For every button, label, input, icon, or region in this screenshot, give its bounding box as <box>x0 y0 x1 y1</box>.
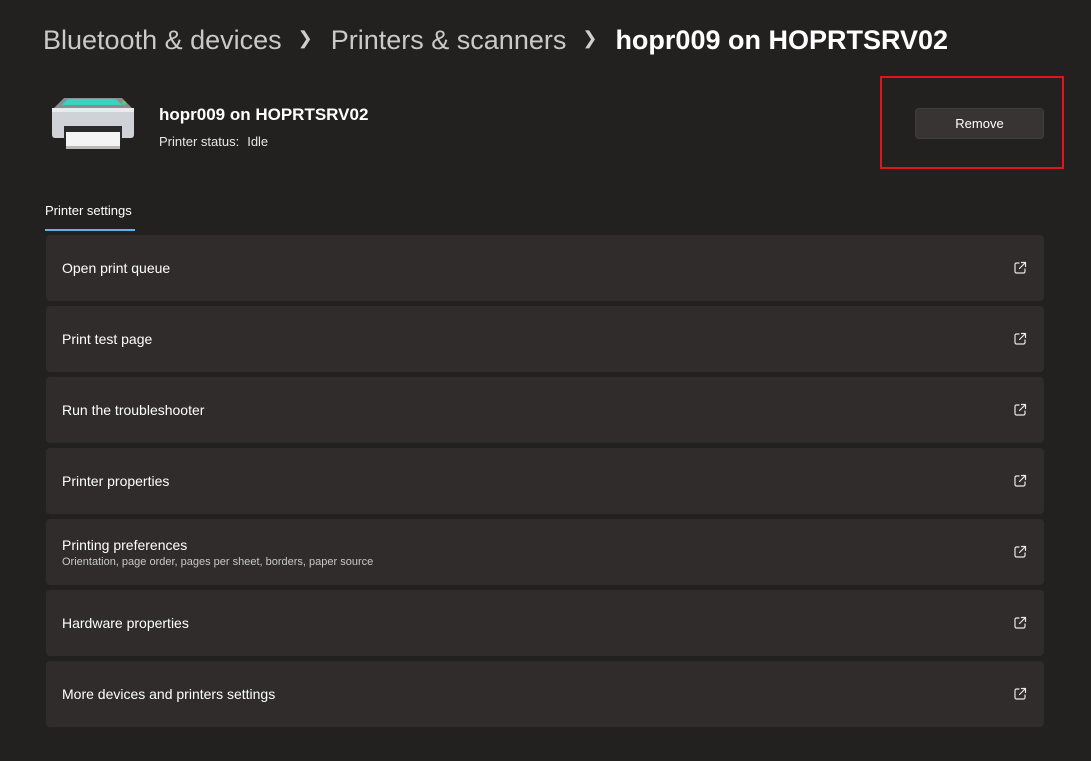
tab-printer-settings[interactable]: Printer settings <box>45 203 132 218</box>
remove-button[interactable]: Remove <box>915 108 1044 139</box>
setting-label: Open print queue <box>62 260 171 276</box>
open-external-icon <box>1014 545 1027 558</box>
printer-icon <box>52 98 134 149</box>
setting-printing-preferences[interactable]: Printing preferences Orientation, page o… <box>46 519 1044 585</box>
settings-list: Open print queue Print test page Run the… <box>46 235 1044 732</box>
open-external-icon <box>1014 474 1027 487</box>
setting-label: Printer properties <box>62 473 170 489</box>
setting-open-print-queue[interactable]: Open print queue <box>46 235 1044 301</box>
breadcrumb: Bluetooth & devices ❯ Printers & scanner… <box>43 20 948 60</box>
open-external-icon <box>1014 616 1027 629</box>
setting-label: Printing preferences <box>62 536 188 553</box>
setting-more-devices-printers[interactable]: More devices and printers settings <box>46 661 1044 727</box>
printer-name: hopr009 on HOPRTSRV02 <box>159 105 369 124</box>
breadcrumb-bluetooth-devices[interactable]: Bluetooth & devices <box>43 25 282 56</box>
open-external-icon <box>1014 261 1027 274</box>
page-title: hopr009 on HOPRTSRV02 <box>615 24 949 55</box>
breadcrumb-printers-scanners[interactable]: Printers & scanners <box>331 25 567 56</box>
setting-label: Hardware properties <box>62 615 189 631</box>
setting-description: Orientation, page order, pages per sheet… <box>62 555 374 568</box>
printer-status-label: Printer status: <box>159 134 240 149</box>
setting-print-test-page[interactable]: Print test page <box>46 306 1044 372</box>
chevron-right-icon: ❯ <box>297 27 313 48</box>
setting-printer-properties[interactable]: Printer properties <box>46 448 1044 514</box>
setting-label: More devices and printers settings <box>62 686 276 702</box>
setting-hardware-properties[interactable]: Hardware properties <box>46 590 1044 656</box>
setting-label: Print test page <box>62 331 153 347</box>
setting-run-troubleshooter[interactable]: Run the troubleshooter <box>46 377 1044 443</box>
open-external-icon <box>1014 687 1027 700</box>
printer-status: Printer status: Idle <box>159 134 268 149</box>
open-external-icon <box>1014 403 1027 416</box>
tab-active-indicator <box>45 229 135 231</box>
open-external-icon <box>1014 332 1027 345</box>
printer-status-value: Idle <box>247 134 269 149</box>
setting-label: Run the troubleshooter <box>62 402 205 418</box>
chevron-right-icon: ❯ <box>582 27 598 48</box>
